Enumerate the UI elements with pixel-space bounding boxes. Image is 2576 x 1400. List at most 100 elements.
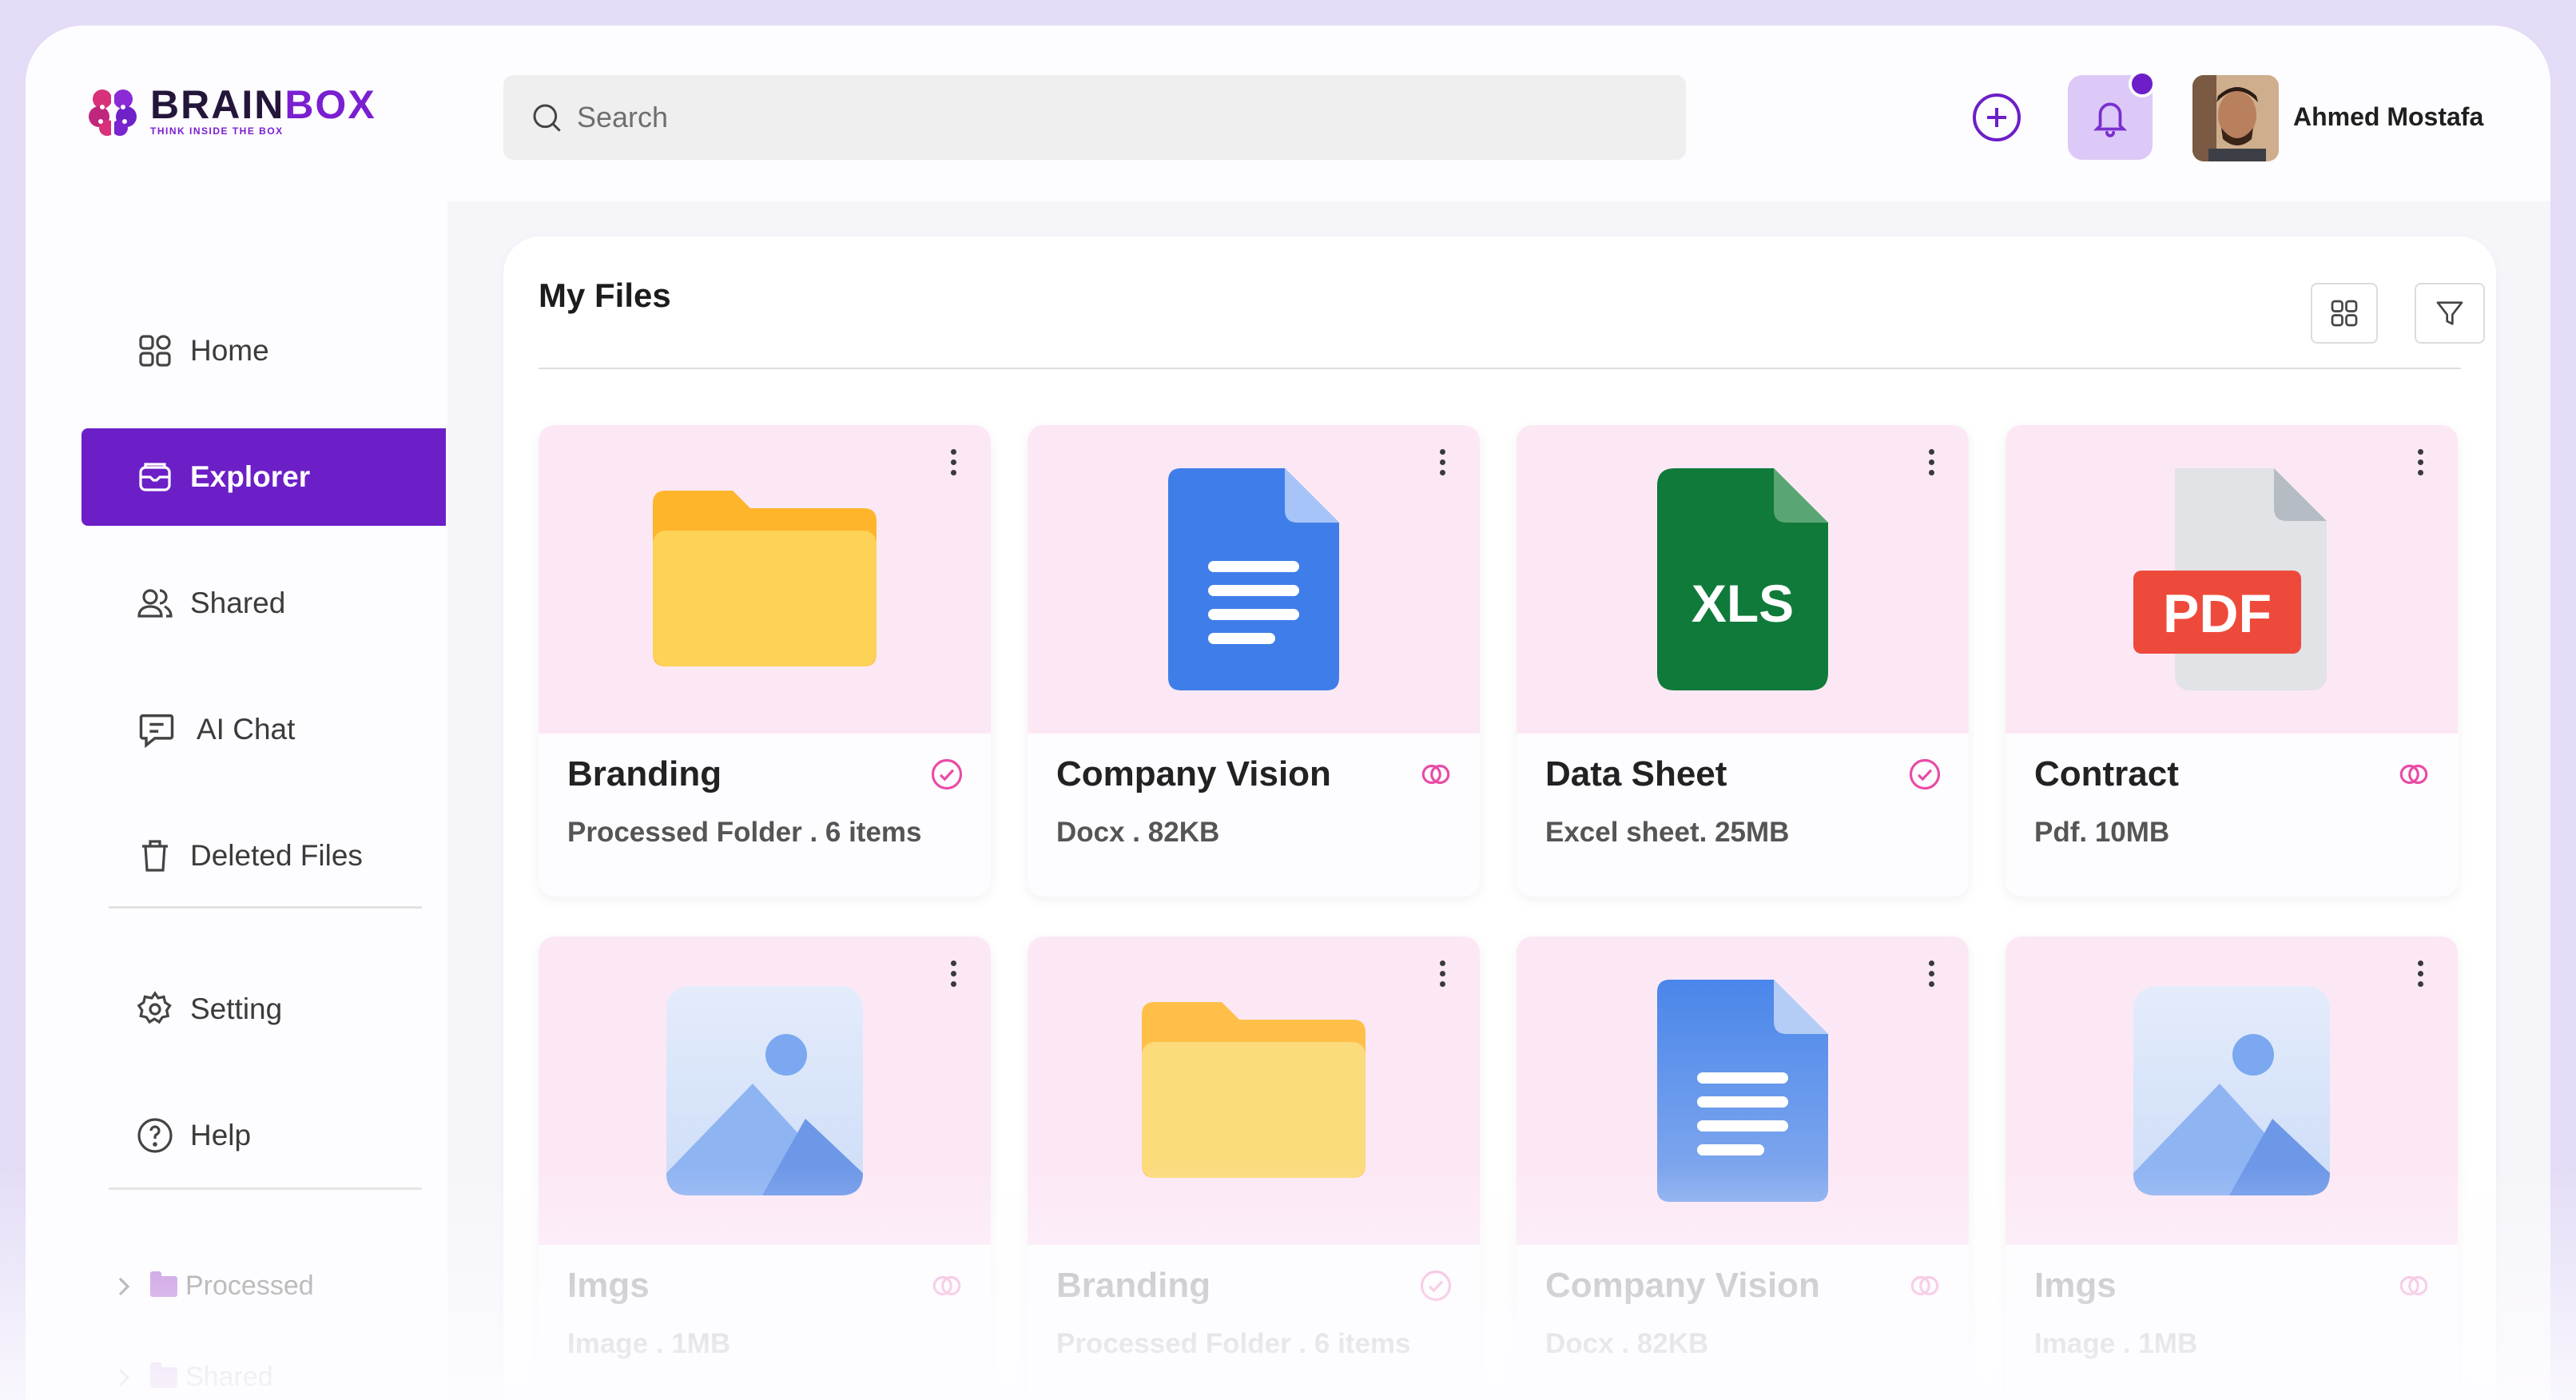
file-card-contract[interactable]: PDF Contract Pdf. 10MB bbox=[2006, 425, 2458, 897]
sidebar-item-label: Explorer bbox=[190, 460, 311, 493]
tree-item-label: Processed bbox=[185, 1271, 314, 1301]
add-button[interactable] bbox=[1970, 91, 2023, 144]
search-input[interactable] bbox=[575, 100, 1617, 135]
file-name: Imgs bbox=[567, 1266, 650, 1305]
file-thumbnail: XLS bbox=[1517, 425, 1969, 734]
file-card-company-vision-2[interactable]: Company Vision Docx . 82KB bbox=[1517, 937, 1969, 1400]
sidebar-divider bbox=[109, 1187, 422, 1190]
file-name: Imgs bbox=[2034, 1266, 2117, 1305]
file-card-imgs[interactable]: Imgs Image . 1MB bbox=[539, 937, 991, 1400]
link-icon bbox=[2399, 1275, 2428, 1296]
filter-icon bbox=[2436, 301, 2463, 325]
sidebar-item-shared[interactable]: Shared bbox=[81, 555, 446, 652]
xls-badge: XLS bbox=[1691, 574, 1794, 633]
folder-icon bbox=[150, 1271, 177, 1297]
file-card-company-vision[interactable]: Company Vision Docx . 82KB bbox=[1028, 425, 1480, 897]
more-options-icon[interactable] bbox=[1437, 449, 1448, 481]
file-thumbnail bbox=[539, 937, 991, 1245]
folder-icon bbox=[1142, 1002, 1366, 1178]
sidebar-item-label: Setting bbox=[190, 992, 283, 1025]
more-options-icon[interactable] bbox=[2415, 449, 2426, 481]
folder-open-icon bbox=[139, 463, 171, 491]
more-options-icon[interactable] bbox=[1926, 449, 1937, 481]
grid-view-button[interactable] bbox=[2311, 283, 2378, 344]
trash-icon bbox=[142, 840, 168, 872]
image-file-icon bbox=[666, 986, 863, 1195]
file-card-data-sheet[interactable]: XLS Data Sheet Excel sheet. 25MB bbox=[1517, 425, 1969, 897]
file-thumbnail bbox=[539, 425, 991, 734]
sidebar-divider bbox=[109, 906, 422, 909]
file-meta: Processed Folder . 6 items bbox=[1056, 1328, 1411, 1359]
file-name: Company Vision bbox=[1056, 754, 1331, 793]
file-meta: Image . 1MB bbox=[567, 1328, 731, 1359]
file-thumbnail bbox=[1028, 425, 1480, 734]
pdf-file-icon: PDF bbox=[2133, 468, 2327, 690]
grid-icon bbox=[2331, 300, 2358, 327]
tree-item-shared[interactable]: Shared bbox=[117, 1362, 273, 1393]
file-name: Contract bbox=[2034, 754, 2179, 793]
file-meta: Docx . 82KB bbox=[1545, 1328, 1709, 1359]
chevron-right-icon bbox=[118, 1368, 130, 1386]
chat-icon bbox=[139, 714, 174, 749]
link-icon bbox=[1421, 764, 1450, 785]
file-meta: Processed Folder . 6 items bbox=[567, 817, 922, 848]
page-title: My Files bbox=[539, 276, 671, 314]
more-options-icon[interactable] bbox=[1926, 961, 1937, 992]
sidebar-item-ai-chat[interactable]: AI Chat bbox=[81, 681, 446, 778]
folder-icon bbox=[653, 491, 877, 666]
tree-item-processed[interactable]: Processed bbox=[117, 1271, 314, 1302]
sidebar-item-label: Shared bbox=[190, 587, 286, 619]
file-meta: Excel sheet. 25MB bbox=[1545, 817, 1790, 848]
file-card-imgs-2[interactable]: Imgs Image . 1MB bbox=[2006, 937, 2458, 1400]
notifications-button[interactable] bbox=[2068, 70, 2156, 160]
tree-item-label: Shared bbox=[185, 1362, 273, 1392]
user-photo-icon bbox=[2192, 75, 2279, 161]
file-name: Branding bbox=[1056, 1266, 1211, 1305]
users-icon bbox=[137, 589, 173, 618]
sidebar-item-explorer[interactable]: Explorer bbox=[81, 428, 446, 526]
link-icon bbox=[1910, 1275, 1939, 1296]
search-bar[interactable] bbox=[503, 75, 1686, 160]
search-icon bbox=[533, 104, 561, 132]
check-icon bbox=[931, 758, 963, 790]
check-icon bbox=[1420, 1270, 1452, 1302]
more-options-icon[interactable] bbox=[948, 961, 959, 992]
file-name: Data Sheet bbox=[1545, 754, 1727, 793]
sidebar-item-help[interactable]: Help bbox=[81, 1087, 446, 1184]
more-options-icon[interactable] bbox=[1437, 961, 1448, 992]
help-icon bbox=[137, 1118, 173, 1153]
filter-button[interactable] bbox=[2415, 283, 2485, 344]
file-meta: Pdf. 10MB bbox=[2034, 817, 2170, 848]
brand-tagline: THINK INSIDE THE BOX bbox=[150, 125, 284, 137]
sidebar-item-label: AI Chat bbox=[197, 713, 296, 746]
file-thumbnail bbox=[2006, 937, 2458, 1245]
more-options-icon[interactable] bbox=[2415, 961, 2426, 992]
sidebar-item-deleted-files[interactable]: Deleted Files bbox=[81, 807, 446, 905]
file-card-branding[interactable]: Branding Processed Folder . 6 items bbox=[539, 425, 991, 897]
sidebar-item-label: Home bbox=[190, 334, 269, 367]
link-icon bbox=[932, 1275, 961, 1296]
image-file-icon bbox=[2133, 986, 2330, 1195]
file-card-branding-2[interactable]: Branding Processed Folder . 6 items bbox=[1028, 937, 1480, 1400]
panel-divider bbox=[539, 368, 2461, 369]
xls-file-icon: XLS bbox=[1657, 468, 1828, 690]
avatar[interactable] bbox=[2192, 75, 2279, 161]
sidebar-item-setting[interactable]: Setting bbox=[81, 961, 446, 1058]
sidebar-item-label: Deleted Files bbox=[190, 839, 363, 872]
files-panel: My Files Branding Processed Folder . 6 i… bbox=[503, 237, 2496, 1400]
chevron-right-icon bbox=[118, 1277, 130, 1295]
link-icon bbox=[2399, 764, 2428, 785]
file-thumbnail: PDF bbox=[2006, 425, 2458, 734]
doc-file-icon bbox=[1168, 468, 1339, 690]
user-name[interactable]: Ahmed Mostafa bbox=[2293, 102, 2483, 132]
file-name: Branding bbox=[567, 754, 722, 793]
notification-badge bbox=[2129, 70, 2156, 97]
brand-logo[interactable]: BRAINBOX THINK INSIDE THE BOX bbox=[85, 83, 376, 139]
more-options-icon[interactable] bbox=[948, 449, 959, 481]
file-meta: Image . 1MB bbox=[2034, 1328, 2198, 1359]
sidebar-item-home[interactable]: Home bbox=[81, 302, 446, 400]
gear-icon bbox=[137, 991, 172, 1024]
file-thumbnail bbox=[1517, 937, 1969, 1245]
brand-name: BRAINBOX bbox=[150, 82, 376, 127]
pdf-badge: PDF bbox=[2163, 583, 2272, 644]
